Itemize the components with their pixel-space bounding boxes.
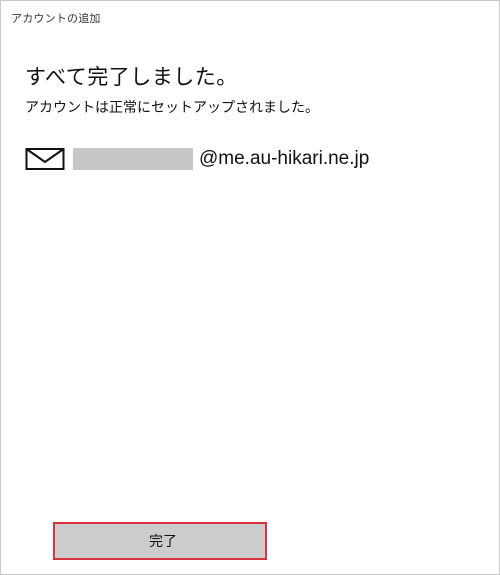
done-button-label: 完了 (149, 534, 177, 550)
mail-icon (25, 148, 65, 170)
status-message: アカウントは正常にセットアップされました。 (25, 100, 319, 116)
account-email-domain: @me.au-hikari.ne.jp (199, 148, 370, 169)
done-button[interactable]: 完了 (53, 522, 267, 560)
redacted-username (73, 148, 193, 170)
page-title: すべて完了しました。 (25, 65, 238, 89)
add-account-dialog: アカウントの追加 すべて完了しました。 アカウントは正常にセットアップされました… (0, 0, 500, 575)
window-title: アカウントの追加 (11, 12, 101, 25)
account-row: @me.au-hikari.ne.jp (25, 145, 369, 173)
